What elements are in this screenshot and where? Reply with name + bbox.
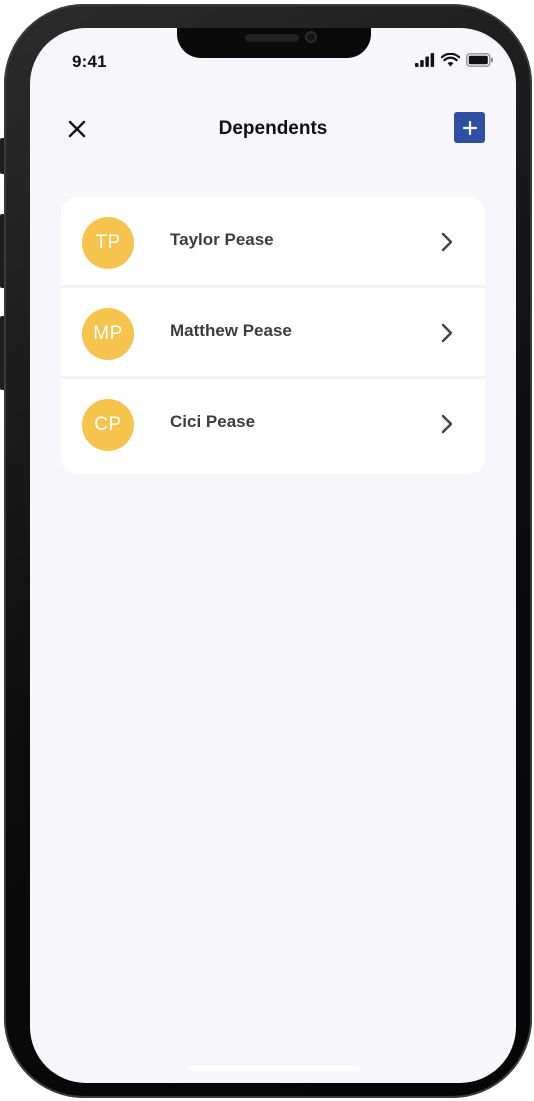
device-mockup: 9:41 Dependents TP Taylor Pease MP Matth… [0, 0, 534, 1101]
dependent-row[interactable]: CP Cici Pease [61, 379, 485, 467]
status-time: 9:41 [72, 52, 107, 71]
notch [177, 28, 371, 58]
chevron-right-icon [441, 232, 453, 252]
phone-frame: 9:41 Dependents TP Taylor Pease MP Matth… [4, 4, 532, 1098]
speaker-grille [245, 34, 299, 42]
dependent-row[interactable]: TP Taylor Pease [61, 197, 485, 288]
front-camera [305, 31, 317, 43]
avatar: TP [82, 217, 134, 269]
avatar: CP [82, 399, 134, 451]
dependent-name: Cici Pease [170, 412, 256, 431]
navigation-bar: Dependents [30, 106, 516, 152]
chevron-right-icon [441, 414, 453, 434]
dependent-row[interactable]: MP Matthew Pease [61, 288, 485, 379]
status-icons [415, 52, 494, 68]
chevron-right-icon [441, 323, 453, 343]
dependent-name: Matthew Pease [170, 321, 292, 340]
plus-icon [462, 120, 477, 135]
dependents-list: TP Taylor Pease MP Matthew Pease CP Cici… [61, 197, 485, 474]
home-indicator[interactable] [188, 1066, 360, 1071]
dependent-name: Taylor Pease [170, 230, 274, 249]
cellular-signal-icon [415, 53, 435, 67]
wifi-icon [441, 53, 460, 67]
add-dependent-button[interactable] [454, 112, 485, 143]
page-title: Dependents [218, 118, 328, 139]
app-screen: 9:41 Dependents TP Taylor Pease MP Matth… [30, 28, 516, 1083]
battery-icon [466, 53, 493, 67]
avatar: MP [82, 308, 134, 360]
